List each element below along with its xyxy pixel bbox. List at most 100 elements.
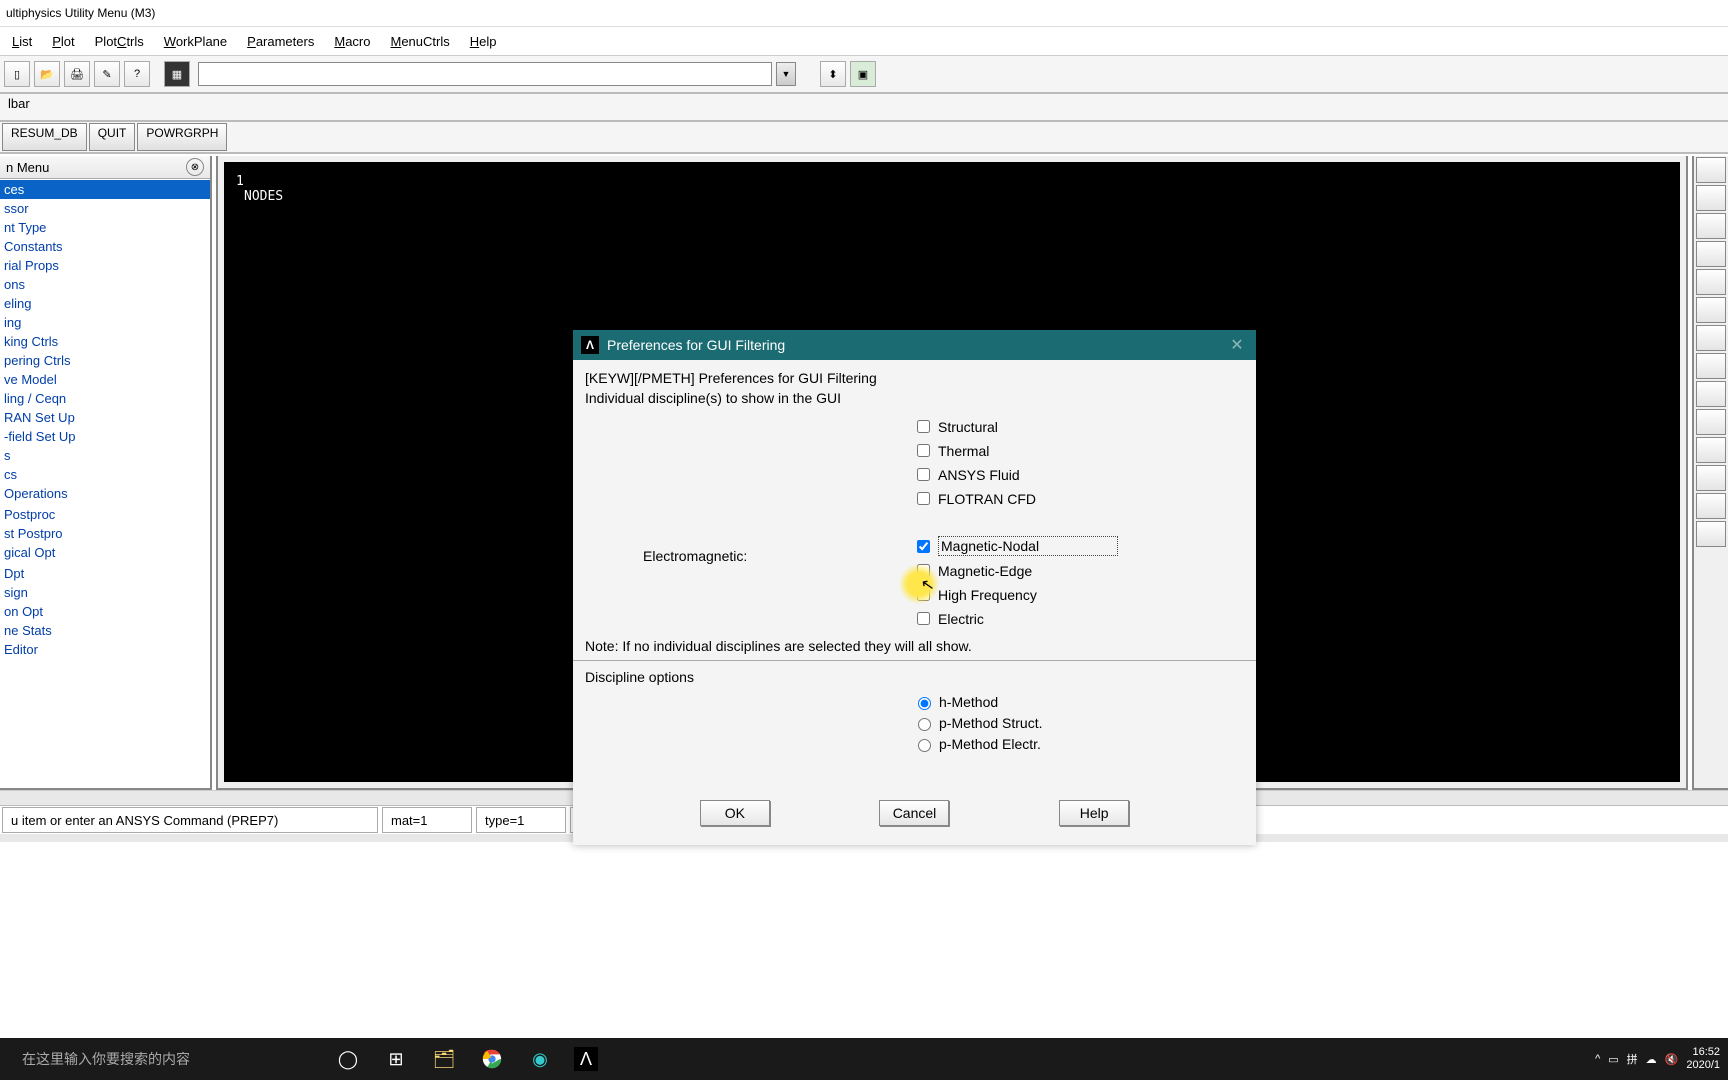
view-button[interactable] [1696, 325, 1726, 351]
main-menu-list[interactable]: cesssornt TypeConstantsrial Propsonselin… [0, 179, 210, 788]
view-button[interactable] [1696, 521, 1726, 547]
tray-input-icon[interactable]: 拼 [1627, 1051, 1638, 1067]
menu-item[interactable]: nt Type [0, 218, 210, 237]
toolbar-button[interactable]: ▣ [850, 61, 876, 87]
menu-item[interactable]: king Ctrls [0, 332, 210, 351]
view-button[interactable] [1696, 213, 1726, 239]
radio-p-method-struct.[interactable] [918, 718, 931, 731]
menu-workplane[interactable]: WorkPlane [154, 30, 237, 53]
menu-item[interactable]: ons [0, 275, 210, 294]
menu-item[interactable]: pering Ctrls [0, 351, 210, 370]
checkbox-label: High Frequency [938, 587, 1037, 603]
command-input[interactable]: u item or enter an ANSYS Command (PREP7) [2, 807, 378, 833]
open-button[interactable]: 📂 [34, 61, 60, 87]
ansys-icon[interactable]: Λ [574, 1047, 598, 1071]
tray-mute-icon[interactable]: 🔇 [1665, 1053, 1679, 1066]
menu-item[interactable]: Editor [0, 640, 210, 659]
checkbox-thermal[interactable] [917, 444, 930, 457]
radio-row: p-Method Electr. [913, 736, 1244, 752]
menu-item[interactable]: ne Stats [0, 621, 210, 640]
toolbar-button[interactable]: ▦ [164, 61, 190, 87]
tray-icon[interactable]: ^ [1595, 1053, 1600, 1065]
graphics-area: 1 NODES Λ Preferences for GUI Filtering … [216, 156, 1688, 790]
menu-item[interactable]: s [0, 446, 210, 465]
menu-item[interactable]: Operations [0, 484, 210, 503]
menu-item[interactable]: ling / Ceqn [0, 389, 210, 408]
menu-item[interactable]: rial Props [0, 256, 210, 275]
menu-item[interactable]: RAN Set Up [0, 408, 210, 427]
view-button[interactable] [1696, 381, 1726, 407]
menu-item[interactable]: ssor [0, 199, 210, 218]
view-button[interactable] [1696, 185, 1726, 211]
view-button[interactable] [1696, 353, 1726, 379]
menu-item[interactable]: st Postpro [0, 524, 210, 543]
cmd-quit[interactable]: QUIT [89, 123, 136, 151]
checkbox-flotran-cfd[interactable] [917, 492, 930, 505]
dropdown-arrow-icon[interactable]: ▼ [776, 62, 796, 86]
toolbar-button[interactable]: ⬍ [820, 61, 846, 87]
menu-item[interactable]: ve Model [0, 370, 210, 389]
toolbar: ▯ 📂 🖨 ✎ ? ▦ ▼ ⬍ ▣ [0, 56, 1728, 94]
menu-item[interactable]: eling [0, 294, 210, 313]
menu-plot[interactable]: Plot [42, 30, 84, 53]
menu-item[interactable]: Postproc [0, 505, 210, 524]
checkbox-magnetic-nodal[interactable] [917, 540, 930, 553]
explorer-icon[interactable]: 🗂 [430, 1045, 458, 1073]
view-button[interactable] [1696, 297, 1726, 323]
menu-item[interactable]: Constants [0, 237, 210, 256]
checkbox-row: Magnetic-Nodal [913, 536, 1244, 556]
cortana-icon[interactable]: ◯ [334, 1045, 362, 1073]
menu-item[interactable]: on Opt [0, 602, 210, 621]
edge-icon[interactable]: ◉ [526, 1045, 554, 1073]
view-button[interactable] [1696, 241, 1726, 267]
view-button[interactable] [1696, 409, 1726, 435]
view-button[interactable] [1696, 269, 1726, 295]
menu-item[interactable]: ces [0, 180, 210, 199]
menu-help[interactable]: Help [460, 30, 507, 53]
checkbox-electric[interactable] [917, 612, 930, 625]
clock[interactable]: 16:52 2020/1 [1686, 1046, 1720, 1072]
checkbox-row: Electric [913, 609, 1244, 628]
help-button[interactable]: Help [1059, 800, 1129, 826]
cmd-powrgrph[interactable]: POWRGRPH [137, 123, 227, 151]
menu-list[interactable]: List [2, 30, 42, 53]
radio-h-method[interactable] [918, 697, 931, 710]
checkbox-structural[interactable] [917, 420, 930, 433]
radio-p-method-electr.[interactable] [918, 739, 931, 752]
view-button[interactable] [1696, 465, 1726, 491]
menu-menuctrls[interactable]: MenuCtrls [380, 30, 459, 53]
chrome-icon[interactable] [478, 1045, 506, 1073]
dialog-titlebar[interactable]: Λ Preferences for GUI Filtering ✕ [573, 330, 1256, 360]
checkbox-ansys-fluid[interactable] [917, 468, 930, 481]
toolbar-button[interactable]: ▯ [4, 61, 30, 87]
view-button[interactable] [1696, 157, 1726, 183]
collapse-icon[interactable]: ⊗ [186, 158, 204, 176]
cancel-button[interactable]: Cancel [879, 800, 949, 826]
menu-plotctrls[interactable]: PlotCtrls [85, 30, 154, 53]
command-dropdown[interactable] [198, 62, 772, 86]
menu-item[interactable]: gical Opt [0, 543, 210, 562]
checkbox-row: Magnetic-Edge [913, 561, 1244, 580]
toolbar-button[interactable]: ✎ [94, 61, 120, 87]
checkbox-row: Thermal [913, 441, 1244, 460]
search-input[interactable]: 在这里输入你要搜索的内容 [8, 1041, 316, 1077]
menu-item[interactable]: sign [0, 583, 210, 602]
menu-parameters[interactable]: Parameters [237, 30, 324, 53]
taskbar[interactable]: 在这里输入你要搜索的内容 ◯ ⊞ 🗂 ◉ Λ ^ ▭ 拼 ☁ 🔇 16:52 2… [0, 1038, 1728, 1080]
cmd-resum_db[interactable]: RESUM_DB [2, 123, 87, 151]
menu-macro[interactable]: Macro [324, 30, 380, 53]
taskview-icon[interactable]: ⊞ [382, 1045, 410, 1073]
menu-item[interactable]: ing [0, 313, 210, 332]
close-icon[interactable]: ✕ [1228, 336, 1246, 354]
tray-icon[interactable]: ▭ [1608, 1053, 1618, 1066]
menu-item[interactable]: Dpt [0, 564, 210, 583]
menu-item[interactable]: cs [0, 465, 210, 484]
tray-icon[interactable]: ☁ [1646, 1053, 1657, 1066]
ok-button[interactable]: OK [700, 800, 770, 826]
main-menu-header: n Menu ⊗ [0, 156, 210, 179]
view-button[interactable] [1696, 437, 1726, 463]
menu-item[interactable]: -field Set Up [0, 427, 210, 446]
view-button[interactable] [1696, 493, 1726, 519]
help-button[interactable]: ? [124, 61, 150, 87]
print-button[interactable]: 🖨 [64, 61, 90, 87]
